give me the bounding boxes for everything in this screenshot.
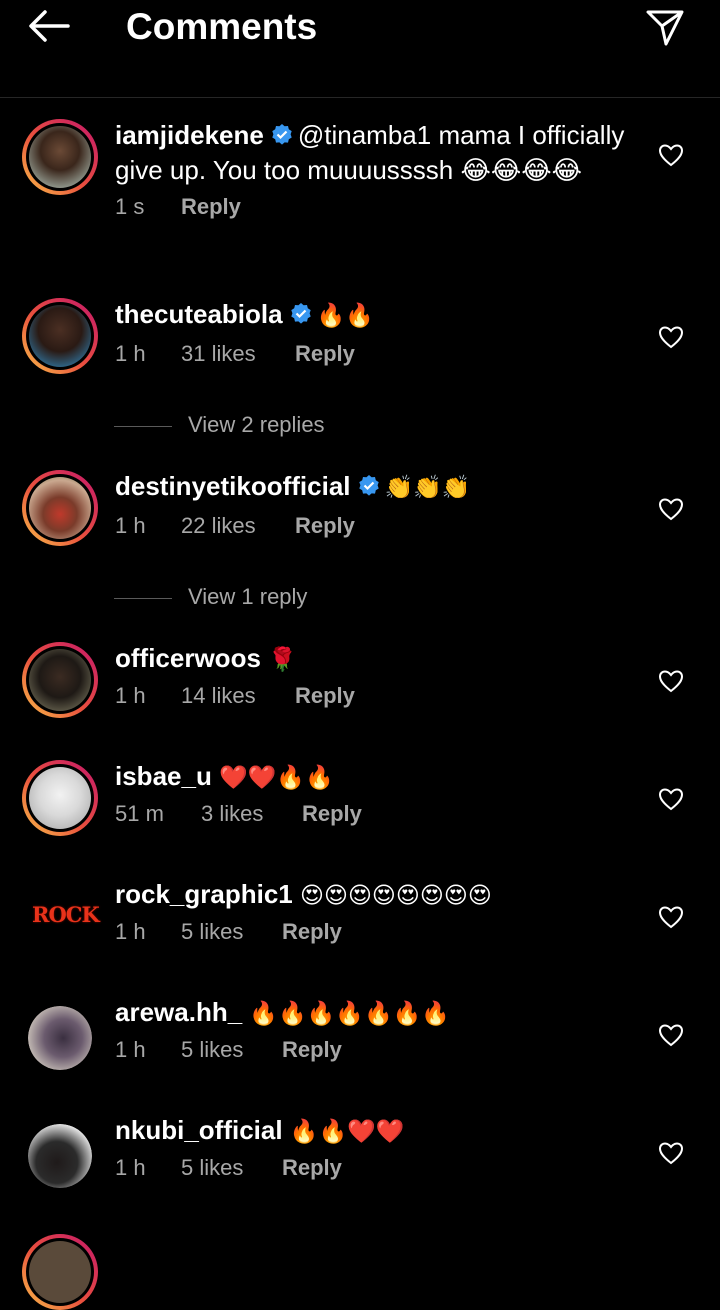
comment-text: arewa.hh_ 🔥🔥🔥🔥🔥🔥🔥 <box>115 996 635 1029</box>
avatar[interactable] <box>28 1006 92 1070</box>
comment-mention[interactable]: @tinamba1 <box>298 120 431 150</box>
verified-badge-icon <box>270 122 294 154</box>
comment-username[interactable]: officerwoos <box>115 643 261 673</box>
avatar[interactable] <box>22 298 98 374</box>
comment-username[interactable]: rock_graphic1 <box>115 879 293 909</box>
arrow-left-icon[interactable] <box>26 8 72 44</box>
comment-time: 51 m <box>115 801 164 826</box>
comment-body: 😍😍😍😍😍😍😍😍 <box>299 882 492 908</box>
view-replies-label[interactable]: View 1 reply <box>188 584 307 610</box>
reply-button[interactable]: Reply <box>282 919 342 945</box>
comment-body: 🌹 <box>268 646 297 672</box>
verified-badge-icon <box>357 473 381 505</box>
comment-time: 1 h <box>115 1155 146 1180</box>
comment-likes[interactable]: 31 likes <box>181 341 295 367</box>
comment-text: rock_graphic1 😍😍😍😍😍😍😍😍 <box>115 878 635 911</box>
comment-meta: 1 h 31 likes Reply <box>115 341 635 367</box>
top-bar: Comments <box>0 0 720 98</box>
comment-text: destinyetikoofficial 👏👏👏 <box>115 470 635 505</box>
comment-body: 🔥🔥🔥🔥🔥🔥🔥 <box>249 1000 450 1026</box>
comment-likes[interactable]: 5 likes <box>181 919 282 945</box>
avatar[interactable] <box>22 760 98 836</box>
comment-text: nkubi_official 🔥🔥❤️❤️ <box>115 1114 635 1147</box>
heart-icon[interactable] <box>658 1141 684 1165</box>
reply-button[interactable]: Reply <box>282 1155 342 1181</box>
avatar[interactable] <box>22 1234 98 1310</box>
avatar[interactable]: ROCK <box>22 878 100 954</box>
avatar-logo-text: ROCK <box>32 902 100 927</box>
comment-body: ❤️❤️🔥🔥 <box>219 764 334 790</box>
reply-button[interactable]: Reply <box>282 1037 342 1063</box>
comment-time: 1 h <box>115 513 146 538</box>
comment-username[interactable]: isbae_u <box>115 761 212 791</box>
comment-time: 1 h <box>115 1037 146 1062</box>
comment-body: 🔥🔥 <box>316 302 374 328</box>
view-replies-label[interactable]: View 2 replies <box>188 412 325 438</box>
comment-username[interactable]: arewa.hh_ <box>115 997 242 1027</box>
heart-icon[interactable] <box>658 325 684 349</box>
comment-meta: 1 h 5 likes Reply <box>115 1037 635 1063</box>
comment-username[interactable]: nkubi_official <box>115 1115 283 1145</box>
avatar[interactable] <box>22 119 98 195</box>
comment-meta: 1 h 22 likes Reply <box>115 513 635 539</box>
heart-icon[interactable] <box>658 1023 684 1047</box>
comment-username[interactable]: destinyetikoofficial <box>115 471 351 501</box>
comment-likes[interactable]: 5 likes <box>181 1155 282 1181</box>
divider <box>114 598 172 599</box>
comment-meta: 1 s Reply <box>115 194 635 220</box>
comment-text: thecuteabiola 🔥🔥 <box>115 298 635 333</box>
reply-button[interactable]: Reply <box>295 341 355 367</box>
heart-icon[interactable] <box>658 497 684 521</box>
divider <box>114 426 172 427</box>
heart-icon[interactable] <box>658 143 684 167</box>
comment-meta: 1 h 5 likes Reply <box>115 919 635 945</box>
comment-meta: 1 h 14 likes Reply <box>115 683 635 709</box>
reply-button[interactable]: Reply <box>295 513 355 539</box>
comment-time: 1 h <box>115 341 146 366</box>
page-title: Comments <box>126 6 318 47</box>
reply-button[interactable]: Reply <box>181 194 241 220</box>
comment-text: iamjidekene @tinamba1 mama I officially g… <box>115 119 635 186</box>
comment-meta: 1 h 5 likes Reply <box>115 1155 635 1181</box>
view-replies-button[interactable]: View 1 reply <box>114 584 514 614</box>
comment-time: 1 h <box>115 683 146 708</box>
verified-badge-icon <box>289 301 313 333</box>
reply-button[interactable]: Reply <box>302 801 362 827</box>
avatar[interactable] <box>22 642 98 718</box>
comment-username[interactable]: iamjidekene <box>115 120 264 150</box>
reply-button[interactable]: Reply <box>295 683 355 709</box>
heart-icon[interactable] <box>658 905 684 929</box>
comment-username[interactable]: thecuteabiola <box>115 299 283 329</box>
comment-body: 🔥🔥❤️❤️ <box>289 1118 405 1144</box>
avatar[interactable] <box>22 470 98 546</box>
comment-time: 1 h <box>115 919 146 944</box>
comment-body: 👏👏👏 <box>384 474 471 500</box>
comment-time: 1 s <box>115 194 145 219</box>
avatar[interactable] <box>28 1124 92 1188</box>
paper-plane-icon[interactable] <box>642 4 686 48</box>
comment-likes[interactable]: 22 likes <box>181 513 295 539</box>
comment-text: isbae_u ❤️❤️🔥🔥 <box>115 760 635 793</box>
view-replies-button[interactable]: View 2 replies <box>114 412 514 442</box>
comment-likes[interactable]: 5 likes <box>181 1037 282 1063</box>
comment-text: officerwoos 🌹 <box>115 642 635 675</box>
comment-likes[interactable]: 3 likes <box>201 801 302 827</box>
comment-meta: 51 m 3 likes Reply <box>115 801 635 827</box>
heart-icon[interactable] <box>658 787 684 811</box>
heart-icon[interactable] <box>658 669 684 693</box>
comment-likes[interactable]: 14 likes <box>181 683 295 709</box>
